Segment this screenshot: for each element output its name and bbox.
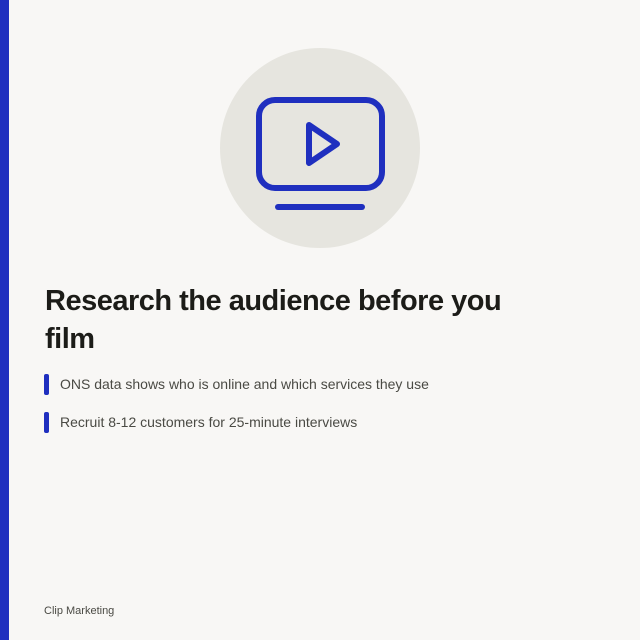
- bullet-item: Recruit 8-12 customers for 25-minute int…: [44, 410, 429, 434]
- hero-circle: [220, 48, 420, 248]
- bullet-list: ONS data shows who is online and which s…: [44, 372, 429, 448]
- bullet-text: Recruit 8-12 customers for 25-minute int…: [60, 414, 358, 430]
- bullet-marker: [44, 412, 49, 433]
- bullet-text: ONS data shows who is online and which s…: [60, 376, 429, 392]
- bullet-item: ONS data shows who is online and which s…: [44, 372, 429, 396]
- slide-title: Research the audience before you film: [45, 285, 502, 355]
- video-monitor-icon: [256, 97, 385, 210]
- bullet-marker: [44, 374, 49, 395]
- footer-brand: Clip Marketing: [44, 605, 115, 617]
- accent-bar: [0, 0, 9, 640]
